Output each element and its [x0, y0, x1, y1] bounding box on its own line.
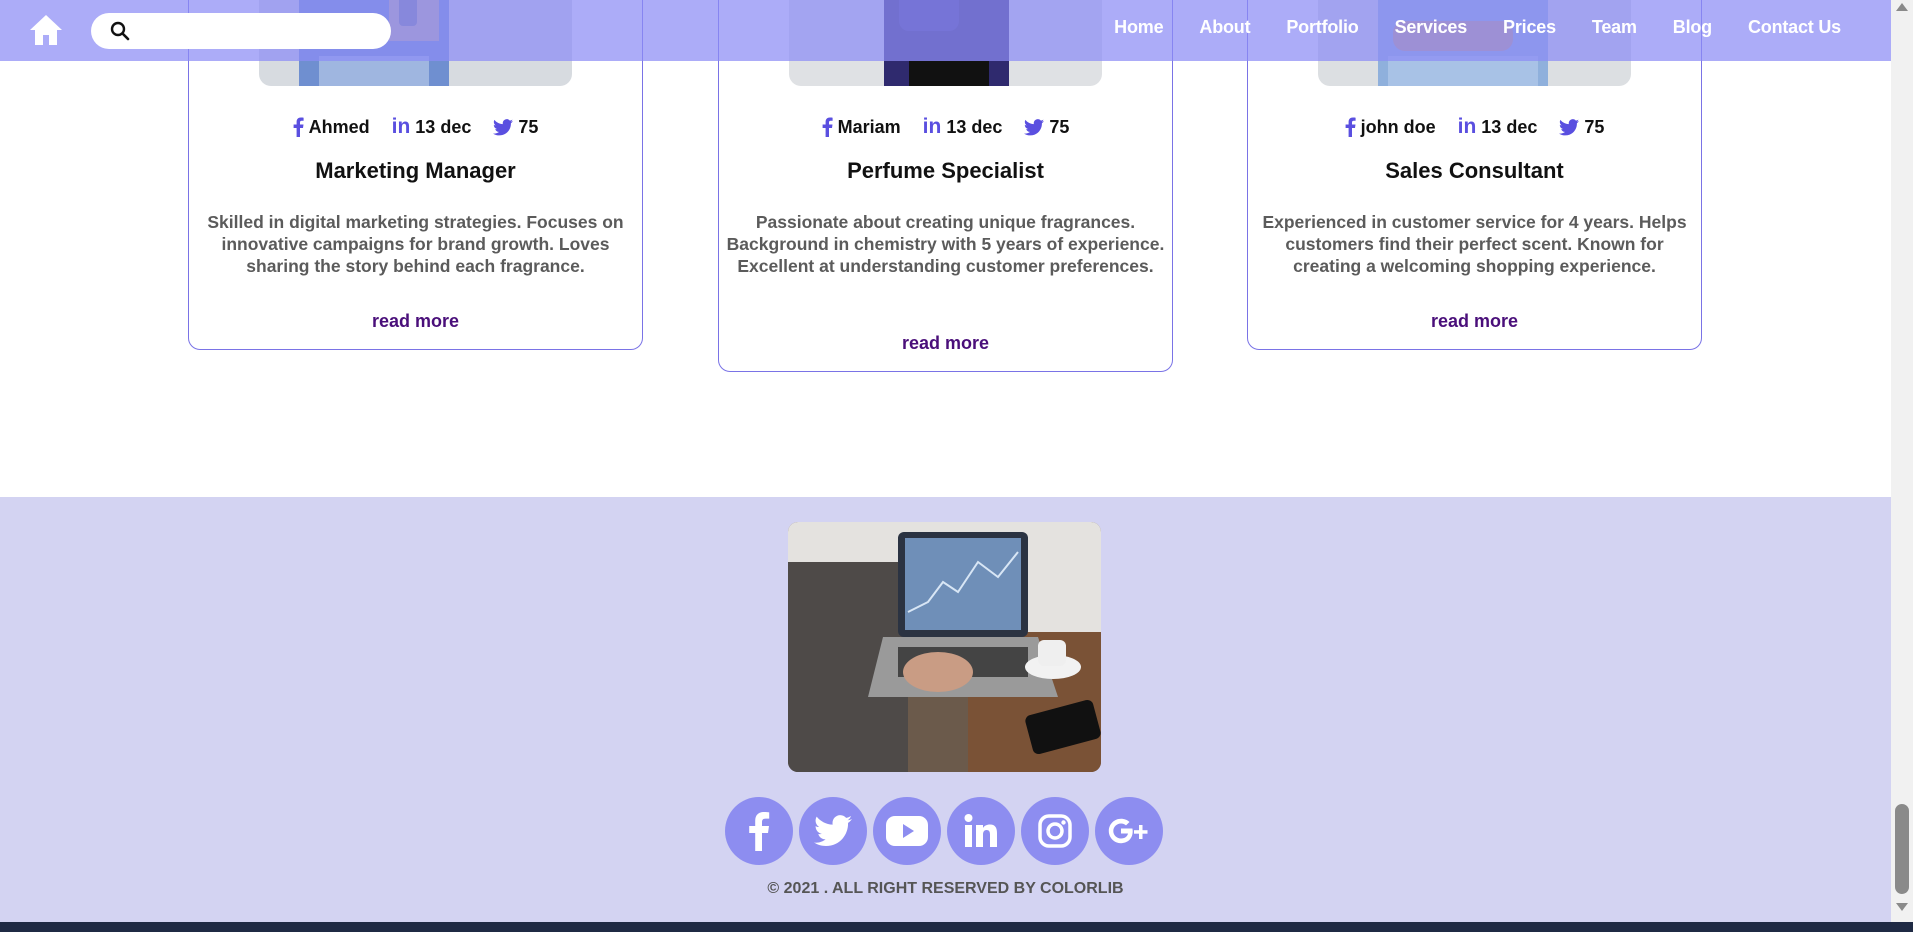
- meta-count: 75: [493, 115, 538, 139]
- search-box: [91, 13, 391, 49]
- post-date: 13 dec: [1481, 116, 1538, 137]
- author-name: Mariam: [837, 116, 901, 137]
- meta-date: in 13 dec: [1458, 115, 1538, 139]
- meta-author: Ahmed: [293, 115, 370, 139]
- top-navbar: Home About Portfolio Services Prices Tea…: [0, 0, 1891, 61]
- linkedin-icon[interactable]: [947, 797, 1015, 865]
- facebook-icon[interactable]: [725, 797, 793, 865]
- team-member-title: Sales Consultant: [1385, 158, 1564, 183]
- post-date: 13 dec: [415, 116, 472, 137]
- nav-link-contact[interactable]: Contact Us: [1748, 17, 1841, 38]
- nav-link-prices[interactable]: Prices: [1503, 17, 1556, 38]
- read-more-link[interactable]: read more: [1248, 311, 1701, 332]
- scroll-down-arrow-icon[interactable]: [1896, 903, 1908, 911]
- post-count: 75: [1049, 116, 1070, 137]
- footer-image: [788, 522, 1101, 772]
- copyright-text: © 2021 . ALL RIGHT RESERVED BY COLORLIB: [767, 880, 1124, 897]
- scrollbar-thumb[interactable]: [1895, 804, 1909, 894]
- author-name: Ahmed: [308, 116, 370, 137]
- nav-link-home[interactable]: Home: [1114, 17, 1163, 38]
- card-meta: Ahmed in 13 dec 75: [189, 115, 642, 139]
- twitter-icon: [1024, 118, 1045, 135]
- post-count: 75: [518, 116, 539, 137]
- read-more-link[interactable]: read more: [719, 333, 1172, 354]
- team-member-description: Experienced in customer service for 4 ye…: [1262, 212, 1687, 276]
- facebook-icon: [1345, 117, 1356, 137]
- page-viewport: Home About Portfolio Services Prices Tea…: [0, 0, 1891, 922]
- meta-count: 75: [1559, 115, 1604, 139]
- team-member-title: Marketing Manager: [315, 158, 516, 183]
- card-meta: Mariam in 13 dec 75: [719, 115, 1172, 139]
- window-bottom-edge: [0, 922, 1913, 932]
- meta-date: in 13 dec: [392, 115, 472, 139]
- nav-link-about[interactable]: About: [1199, 17, 1250, 38]
- linkedin-icon: in: [922, 115, 942, 138]
- linkedin-icon: in: [391, 115, 411, 138]
- author-name: john doe: [1360, 116, 1436, 137]
- team-member-description: Skilled in digital marketing strategies.…: [207, 212, 624, 276]
- nav-link-portfolio[interactable]: Portfolio: [1286, 17, 1358, 38]
- nav-link-team[interactable]: Team: [1592, 17, 1637, 38]
- meta-date: in 13 dec: [923, 115, 1003, 139]
- social-links: [725, 797, 1163, 865]
- post-count: 75: [1584, 116, 1605, 137]
- post-date: 13 dec: [946, 116, 1003, 137]
- read-more-link[interactable]: read more: [189, 311, 642, 332]
- meta-count: 75: [1024, 115, 1069, 139]
- search-input[interactable]: [137, 19, 377, 43]
- footer: © 2021 . ALL RIGHT RESERVED BY COLORLIB: [0, 497, 1891, 922]
- twitter-icon: [1559, 118, 1580, 135]
- facebook-icon: [822, 117, 833, 137]
- nav-link-services[interactable]: Services: [1395, 17, 1468, 38]
- twitter-icon: [493, 118, 514, 135]
- vertical-scrollbar[interactable]: [1891, 0, 1913, 922]
- team-member-description: Passionate about creating unique fragran…: [726, 212, 1165, 276]
- card-meta: john doe in 13 dec 75: [1248, 115, 1701, 139]
- home-icon[interactable]: [28, 13, 64, 47]
- youtube-icon[interactable]: [873, 797, 941, 865]
- google-plus-icon[interactable]: [1095, 797, 1163, 865]
- linkedin-icon: in: [1457, 115, 1477, 138]
- scroll-up-arrow-icon[interactable]: [1896, 3, 1908, 11]
- nav-link-blog[interactable]: Blog: [1673, 17, 1712, 38]
- team-member-title: Perfume Specialist: [847, 158, 1044, 183]
- meta-author: john doe: [1345, 115, 1436, 139]
- facebook-icon: [293, 117, 304, 137]
- search-icon[interactable]: [110, 21, 130, 41]
- nav-links: Home About Portfolio Services Prices Tea…: [1114, 0, 1841, 54]
- twitter-icon[interactable]: [799, 797, 867, 865]
- instagram-icon[interactable]: [1021, 797, 1089, 865]
- meta-author: Mariam: [822, 115, 901, 139]
